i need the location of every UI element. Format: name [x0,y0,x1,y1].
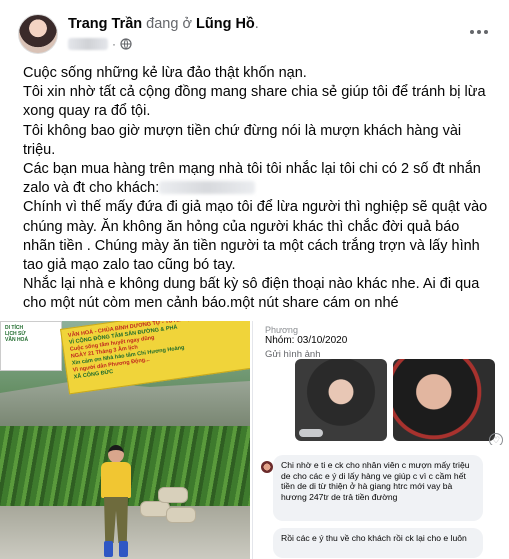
dot [484,30,488,34]
post-paragraph: Cuộc sống những kẻ lừa đảo thật khốn nạn… [23,65,307,81]
chat-messages: Chi nhờ e ti e ck cho nhân viên c mượn m… [253,445,509,559]
person-shirt [101,462,131,498]
meta-separator: · [112,37,116,51]
location-suffix: . [254,16,259,32]
person-boot [119,541,128,557]
chat-time-pill [299,429,323,437]
chat-message: Chi nhờ e ti e ck cho nhân viên c mượn m… [273,455,483,521]
sign-line: VĂN HOÁ [5,337,29,343]
photo-chat-screenshot[interactable]: Phương Nhóm: 03/10/2020 Gửi hình ảnh ♡ C… [252,321,509,559]
person-boot [104,541,113,557]
dot [477,30,481,34]
sack [158,487,188,503]
post-paragraph: Tôi xin nhờ tất cả cộng đồng mang share … [23,84,486,120]
photo-construction-site[interactable]: DI TÍCH LỊCH SỬ VĂN HOÁ VĂN HOÁ - CHÙA B… [0,321,250,559]
facebook-post: Trang Trần đang ở Lũng Hồ. · Cuộc sống n… [0,0,509,559]
post-timestamp-blurred[interactable] [68,38,108,50]
sack [166,507,196,523]
post-paragraph: Chính vì thế mấy đứa đi giả mạo tôi để l… [23,199,488,274]
author-line: Trang Trần đang ở Lũng Hồ. [68,16,259,32]
post-paragraph: Nhắc lại nhà e không dung bất kỳ sô điện… [23,276,480,312]
chat-image-2 [393,359,495,441]
chat-header-area: Phương Nhóm: 03/10/2020 Gửi hình ảnh ♡ [253,321,509,447]
cement-sacks [140,481,200,531]
person-pants [104,497,128,543]
post-paragraph: Tôi không bao giờ mượn tiền chứ đừng nói… [23,122,462,158]
person-head [108,445,124,463]
phone-number-blurred [159,181,256,195]
globe-icon[interactable] [120,38,132,50]
dot [470,30,474,34]
chat-avatar [261,461,273,473]
post-meta: · [68,36,132,52]
chat-sender-label: Phương [265,325,298,335]
post-header: Trang Trần đang ở Lũng Hồ. · [18,14,493,56]
post-text: Cuộc sống những kẻ lừa đảo thật khốn nạn… [23,64,493,314]
post-paragraph: Các bạn mua hàng trên mạng nhà tôi tôi n… [23,160,493,198]
woman-in-yellow-shirt [96,445,136,557]
heritage-sign: DI TÍCH LỊCH SỬ VĂN HOÁ [0,321,62,371]
author-name[interactable]: Trang Trần [68,16,142,32]
author-avatar[interactable] [18,14,58,54]
checkin-verb: đang ở [146,16,192,32]
chat-message: Rồi các e ý thu về cho khách rồi ck lại … [273,528,483,558]
post-photos: DI TÍCH LỊCH SỬ VĂN HOÁ VĂN HOÁ - CHÙA B… [0,321,509,559]
chat-group-date: Nhóm: 03/10/2020 [265,335,348,346]
more-options-icon[interactable] [465,20,493,44]
checkin-location[interactable]: Lũng Hồ [196,16,255,32]
